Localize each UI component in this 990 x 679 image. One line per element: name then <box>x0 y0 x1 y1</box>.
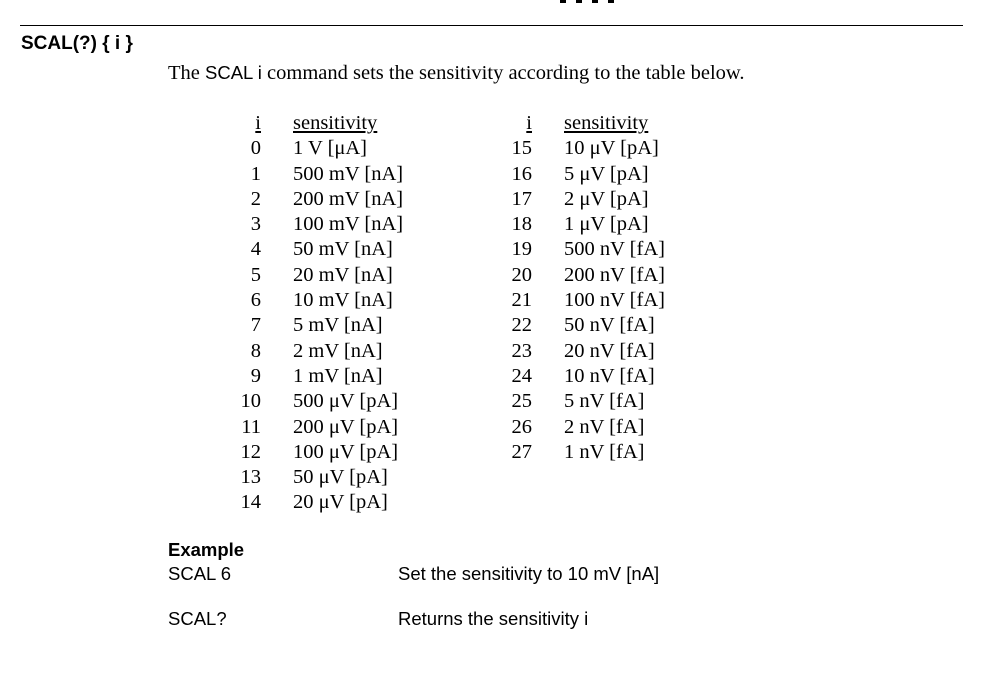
table-cell-index: 18 <box>511 213 533 236</box>
header-sensitivity: sensitivity <box>564 112 649 134</box>
example-command: SCAL 6 <box>168 563 232 584</box>
table-cell-index: 21 <box>511 289 533 312</box>
table-cell-sensitivity: 10 nV [fA] <box>564 364 655 387</box>
table-cell-index: 10 <box>240 390 262 413</box>
table-cell-index: 6 <box>250 289 261 312</box>
table-cell-sensitivity: 1 V [μA] <box>293 137 368 160</box>
table-cell-index: 26 <box>511 415 533 438</box>
table-right-sensitivity-column: sensitivity 10 μV [pA] 5 μV [pA] 2 μV [pA]… <box>564 111 744 465</box>
table-cell-index: 23 <box>511 339 533 362</box>
table-cell-sensitivity: 100 nV [fA] <box>564 289 665 312</box>
cropped-header-text <box>560 0 640 4</box>
description-pre: The <box>168 62 205 84</box>
table-left-sensitivity-column: sensitivity 1 V [μA] 500 mV [nA] 200 mV [n… <box>293 111 473 516</box>
table-cell-index: 20 <box>511 263 533 286</box>
table-cell-index: 22 <box>511 314 533 337</box>
command-title: SCAL(?) { i } <box>21 33 133 54</box>
table-cell-sensitivity: 1 μV [pA] <box>564 213 649 236</box>
table-cell-sensitivity: 500 μV [pA] <box>293 390 399 413</box>
table-cell-sensitivity: 1 mV [nA] <box>293 364 383 387</box>
table-cell-sensitivity: 10 μV [pA] <box>564 137 659 160</box>
table-cell-index: 8 <box>250 339 261 362</box>
table-cell-sensitivity: 2 μV [pA] <box>564 187 649 210</box>
table-cell-index: 16 <box>511 162 533 185</box>
command-description: The SCAL i command sets the sensitivity … <box>168 62 745 85</box>
section-divider <box>20 25 963 26</box>
example-heading: Example <box>168 539 245 560</box>
table-cell-sensitivity: 2 nV [fA] <box>564 415 645 438</box>
header-i: i <box>255 112 261 134</box>
table-cell-sensitivity: 20 nV [fA] <box>564 339 655 362</box>
table-cell-index: 5 <box>250 263 261 286</box>
example-command: SCAL? <box>168 608 227 629</box>
table-cell-index: 1 <box>250 162 261 185</box>
table-cell-index: 12 <box>240 440 262 463</box>
table-cell-sensitivity: 10 mV [nA] <box>293 289 393 312</box>
table-cell-index: 14 <box>240 491 262 514</box>
table-cell-sensitivity: 200 nV [fA] <box>564 263 665 286</box>
table-cell-sensitivity: 100 μV [pA] <box>293 440 399 463</box>
table-cell-index: 13 <box>240 466 262 489</box>
table-left-index-column: i 0 1 2 3 4 5 6 7 8 9 10 11 12 13 14 <box>226 111 262 516</box>
table-cell-index: 3 <box>250 213 261 236</box>
table-cell-index: 9 <box>250 364 261 387</box>
table-cell-index: 7 <box>250 314 261 337</box>
table-cell-index: 17 <box>511 187 533 210</box>
table-cell-sensitivity: 5 nV [fA] <box>564 390 645 413</box>
table-cell-index: 2 <box>250 187 261 210</box>
example-description: Set the sensitivity to 10 mV [nA] <box>398 563 660 584</box>
table-cell-sensitivity: 2 mV [nA] <box>293 339 383 362</box>
table-cell-index: 25 <box>511 390 533 413</box>
description-command: SCAL i <box>205 62 262 83</box>
table-cell-index: 19 <box>511 238 533 261</box>
table-cell-sensitivity: 50 mV [nA] <box>293 238 393 261</box>
table-cell-sensitivity: 200 μV [pA] <box>293 415 399 438</box>
table-cell-sensitivity: 500 mV [nA] <box>293 162 404 185</box>
table-cell-sensitivity: 5 mV [nA] <box>293 314 383 337</box>
table-cell-sensitivity: 200 mV [nA] <box>293 187 404 210</box>
table-cell-index: 0 <box>250 137 261 160</box>
table-cell-sensitivity: 5 μV [pA] <box>564 162 649 185</box>
table-cell-index: 4 <box>250 238 261 261</box>
table-cell-sensitivity: 500 nV [fA] <box>564 238 665 261</box>
table-cell-sensitivity: 50 nV [fA] <box>564 314 655 337</box>
table-right-index-column: i 15 16 17 18 19 20 21 22 23 24 25 26 27 <box>497 111 533 465</box>
description-post: command sets the sensitivity according t… <box>261 62 745 84</box>
example-description: Returns the sensitivity i <box>398 608 589 629</box>
table-cell-sensitivity: 20 μV [pA] <box>293 491 388 514</box>
table-cell-index: 11 <box>241 415 261 438</box>
table-cell-index: 15 <box>511 137 533 160</box>
table-cell-sensitivity: 100 mV [nA] <box>293 213 404 236</box>
header-sensitivity: sensitivity <box>293 112 378 134</box>
table-cell-sensitivity: 50 μV [pA] <box>293 466 388 489</box>
table-cell-index: 27 <box>511 440 533 463</box>
header-i: i <box>526 112 532 134</box>
table-cell-index: 24 <box>511 364 533 387</box>
table-cell-sensitivity: 1 nV [fA] <box>564 440 645 463</box>
table-cell-sensitivity: 20 mV [nA] <box>293 263 393 286</box>
